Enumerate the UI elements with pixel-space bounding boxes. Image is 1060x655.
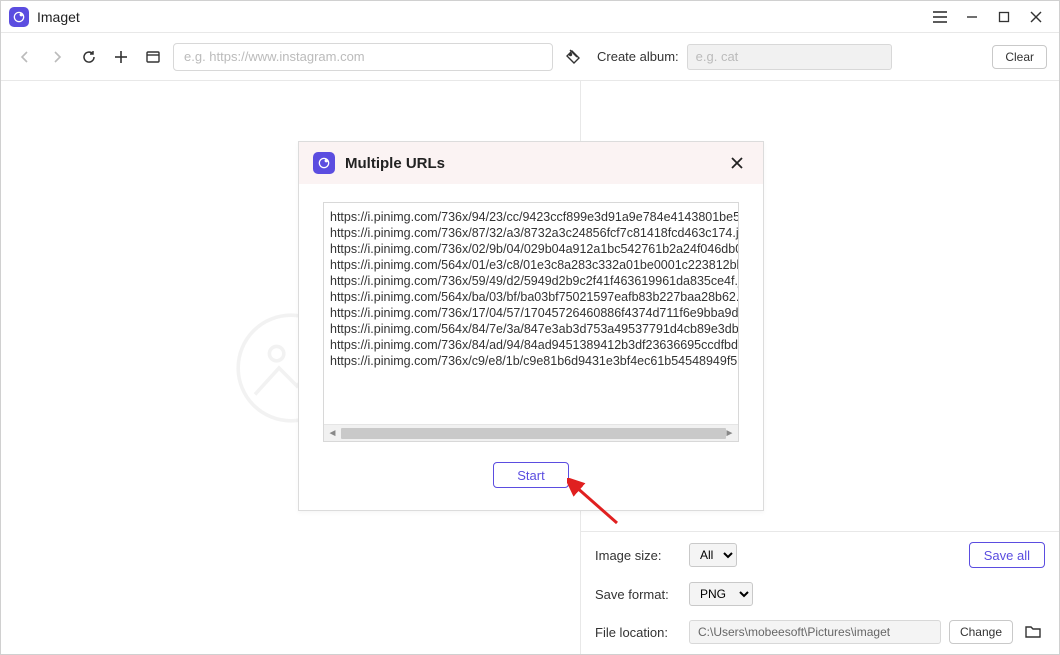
app-logo-icon <box>9 7 29 27</box>
dialog-logo-icon <box>313 152 335 174</box>
url-line: https://i.pinimg.com/564x/01/e3/c8/01e3c… <box>330 257 732 273</box>
dialog-header: Multiple URLs <box>299 142 763 184</box>
url-line: https://i.pinimg.com/736x/84/ad/94/84ad9… <box>330 337 732 353</box>
image-size-select[interactable]: All <box>689 543 737 567</box>
url-textarea[interactable]: https://i.pinimg.com/736x/94/23/cc/9423c… <box>323 202 739 442</box>
tag-icon[interactable] <box>561 45 585 69</box>
maximize-button[interactable] <box>989 3 1019 31</box>
save-format-label: Save format: <box>595 587 681 602</box>
url-line: https://i.pinimg.com/736x/87/32/a3/8732a… <box>330 225 732 241</box>
settings-panel: Image size: All Save all Save format: PN… <box>581 531 1059 654</box>
file-location-label: File location: <box>595 625 681 640</box>
url-line: https://i.pinimg.com/564x/84/7e/3a/847e3… <box>330 321 732 337</box>
file-location-input[interactable] <box>689 620 941 644</box>
minimize-button[interactable] <box>957 3 987 31</box>
titlebar: Imaget <box>1 1 1059 33</box>
url-line: https://i.pinimg.com/564x/ba/03/bf/ba03b… <box>330 289 732 305</box>
create-album-label: Create album: <box>597 49 679 64</box>
save-all-button[interactable]: Save all <box>969 542 1045 568</box>
url-line: https://i.pinimg.com/736x/02/9b/04/029b0… <box>330 241 732 257</box>
dialog-close-button[interactable] <box>725 151 749 175</box>
url-line: https://i.pinimg.com/736x/17/04/57/17045… <box>330 305 732 321</box>
menu-icon[interactable] <box>925 3 955 31</box>
app-title: Imaget <box>37 9 80 25</box>
image-size-label: Image size: <box>595 548 681 563</box>
open-folder-icon[interactable] <box>1021 620 1045 644</box>
url-line: https://i.pinimg.com/736x/c9/e8/1b/c9e81… <box>330 353 732 369</box>
window-icon[interactable] <box>141 45 165 69</box>
multiple-urls-dialog: Multiple URLs https://i.pinimg.com/736x/… <box>298 141 764 511</box>
url-line: https://i.pinimg.com/736x/59/49/d2/5949d… <box>330 273 732 289</box>
url-input[interactable] <box>173 43 553 71</box>
dialog-title: Multiple URLs <box>345 155 445 172</box>
save-format-select[interactable]: PNG <box>689 582 753 606</box>
start-button[interactable]: Start <box>493 462 569 488</box>
back-button[interactable] <box>13 45 37 69</box>
scroll-left-icon[interactable]: ◄ <box>324 425 341 442</box>
refresh-button[interactable] <box>77 45 101 69</box>
toolbar: Create album: Clear <box>1 33 1059 81</box>
add-button[interactable] <box>109 45 133 69</box>
forward-button[interactable] <box>45 45 69 69</box>
horizontal-scrollbar[interactable]: ◄ ► <box>324 424 738 441</box>
url-line: https://i.pinimg.com/736x/94/23/cc/9423c… <box>330 209 732 225</box>
clear-button[interactable]: Clear <box>992 45 1047 69</box>
album-input[interactable] <box>687 44 892 70</box>
change-button[interactable]: Change <box>949 620 1013 644</box>
close-button[interactable] <box>1021 3 1051 31</box>
